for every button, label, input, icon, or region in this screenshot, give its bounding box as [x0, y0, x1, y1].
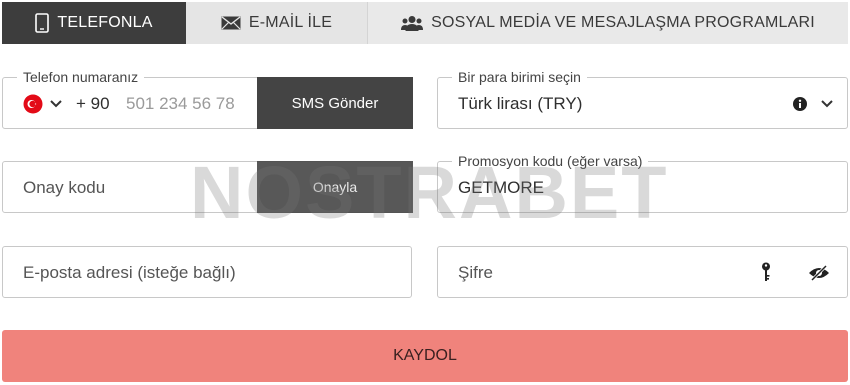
confirm-code-field[interactable]: Onay kodu Onayla: [2, 161, 413, 213]
password-field[interactable]: Şifre: [437, 246, 848, 298]
register-button[interactable]: KAYDOL: [2, 330, 848, 382]
phone-icon: [35, 13, 50, 33]
phone-legend: Telefon numaranız: [17, 69, 145, 85]
eye-slash-icon[interactable]: [808, 265, 830, 281]
phone-input[interactable]: 501 234 56 78: [126, 94, 235, 114]
country-selector[interactable]: [23, 94, 63, 114]
turkey-flag-icon: [23, 94, 43, 114]
sms-send-button[interactable]: SMS Gönder: [257, 77, 413, 129]
promo-legend: Promosyon kodu (eğer varsa): [452, 153, 649, 169]
tab-social[interactable]: SOSYAL MEDİA VE MESAJLAŞMA PROGRAMLARI: [367, 2, 848, 44]
currency-legend: Bir para birimi seçin: [452, 69, 587, 85]
confirm-button[interactable]: Onayla: [257, 161, 413, 213]
email-input[interactable]: E-posta adresi (isteğe bağlı): [23, 263, 236, 283]
promo-code-field[interactable]: Promosyon kodu (eğer varsa) GETMORE: [437, 153, 848, 213]
email-field[interactable]: E-posta adresi (isteğe bağlı): [2, 246, 412, 298]
envelope-icon: [221, 16, 241, 30]
registration-tabs: TELEFONLA E-MAİL İLE SOSYAL MEDİA VE MES…: [2, 2, 848, 44]
currency-value: Türk lirası (TRY): [458, 94, 583, 113]
key-icon[interactable]: [761, 262, 771, 282]
info-icon[interactable]: [793, 97, 807, 111]
currency-field[interactable]: Bir para birimi seçin Türk lirası (TRY): [437, 69, 848, 129]
chevron-down-icon: [50, 100, 62, 108]
tab-email-label: E-MAİL İLE: [248, 14, 333, 31]
phone-prefix: + 90: [76, 94, 110, 113]
promo-code-value: GETMORE: [458, 178, 544, 197]
chevron-down-icon[interactable]: [821, 100, 833, 108]
tab-social-label: SOSYAL MEDİA VE MESAJLAŞMA PROGRAMLARI: [431, 14, 815, 31]
tab-phone[interactable]: TELEFONLA: [2, 2, 186, 44]
users-icon: [401, 16, 424, 31]
password-input[interactable]: Şifre: [458, 263, 493, 283]
confirm-code-input[interactable]: Onay kodu: [23, 178, 105, 198]
tab-email[interactable]: E-MAİL İLE: [186, 2, 367, 44]
phone-field: Telefon numaranız + 90 501 234 56 78 SMS…: [2, 69, 413, 129]
tab-phone-label: TELEFONLA: [57, 14, 153, 31]
